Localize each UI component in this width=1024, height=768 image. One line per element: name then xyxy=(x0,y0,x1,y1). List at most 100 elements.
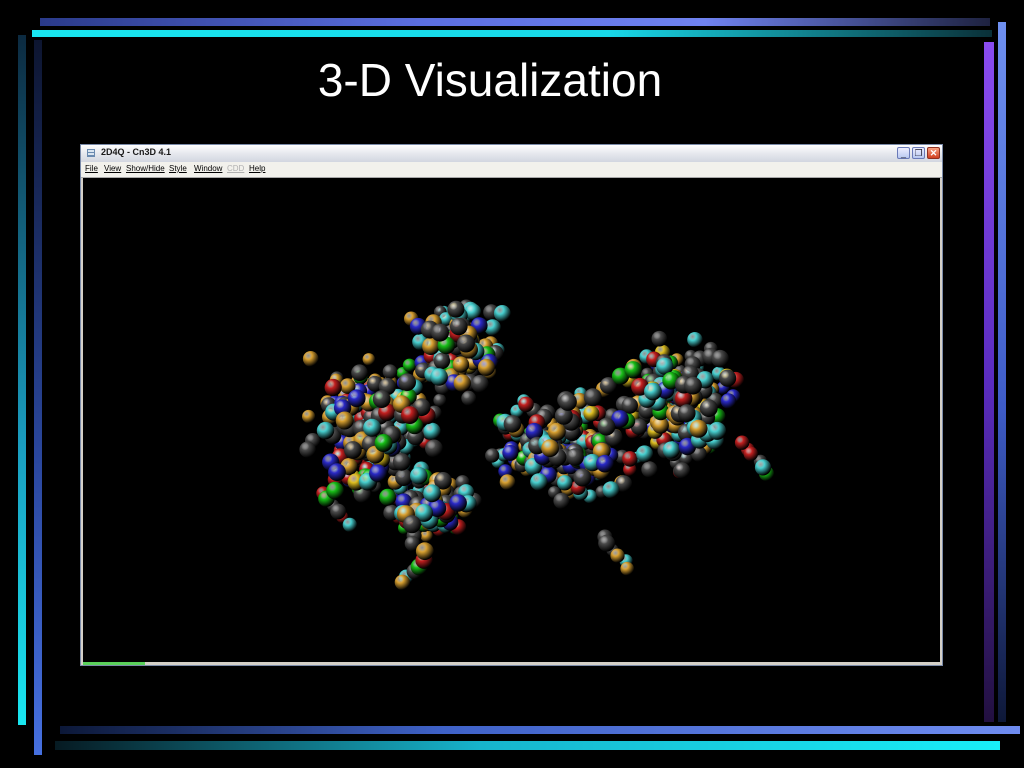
atom-sphere xyxy=(328,463,346,482)
atom-sphere xyxy=(379,488,397,506)
atom-sphere xyxy=(395,468,413,486)
menu-cdd: CDD xyxy=(227,164,245,173)
menu-view[interactable]: View xyxy=(104,164,121,173)
atom-sphere xyxy=(530,473,548,491)
atom-sphere xyxy=(624,361,642,379)
atom-sphere xyxy=(699,399,718,418)
atom-sphere xyxy=(708,421,727,440)
atom-sphere xyxy=(610,548,625,563)
atom-sphere xyxy=(754,459,772,476)
atom-sphere xyxy=(302,409,316,424)
minimize-button[interactable]: _ xyxy=(897,147,910,159)
atom-sphere xyxy=(302,351,319,367)
restore-button[interactable]: ❐ xyxy=(912,147,925,159)
atom-sphere xyxy=(363,418,382,437)
atom-sphere xyxy=(644,382,662,401)
atom-sphere xyxy=(335,411,354,430)
atom-sphere xyxy=(720,393,737,409)
menu-style[interactable]: Style xyxy=(169,164,187,173)
atom-sphere xyxy=(326,481,344,500)
atom-sphere xyxy=(344,441,362,459)
status-progress xyxy=(83,662,145,665)
atom-sphere xyxy=(636,445,654,463)
atom-sphere xyxy=(401,406,419,424)
atom-sphere xyxy=(430,368,448,386)
atom-sphere xyxy=(573,468,592,487)
atom-sphere xyxy=(547,422,566,441)
atom-sphere xyxy=(372,390,391,408)
slide-frame-bar xyxy=(40,18,990,26)
atom-sphere xyxy=(583,388,602,407)
atom-sphere xyxy=(553,492,570,509)
atom-sphere xyxy=(452,356,469,373)
slide-frame-bar xyxy=(60,726,1020,734)
atom-sphere xyxy=(398,373,417,391)
atom-sphere xyxy=(499,474,516,490)
atom-sphere xyxy=(425,439,443,458)
atom-sphere xyxy=(402,358,417,372)
atom-sphere xyxy=(433,393,447,407)
atom-sphere xyxy=(431,323,449,342)
atom-sphere xyxy=(597,417,616,436)
atom-sphere xyxy=(471,375,489,393)
atom-sphere xyxy=(457,334,475,353)
atom-sphere xyxy=(651,330,668,347)
atom-sphere xyxy=(566,448,584,466)
atom-sphere xyxy=(558,392,577,411)
atom-sphere xyxy=(433,352,451,370)
slide-frame-bar xyxy=(18,35,26,725)
atom-sphere xyxy=(330,503,346,520)
slide-frame-bar xyxy=(55,741,1000,750)
app-window: 2D4Q - Cn3D 4.1 _ ❐ ✕ File View Show/Hid… xyxy=(80,144,943,666)
slide-frame-bar xyxy=(998,22,1006,722)
atom-sphere xyxy=(596,454,614,473)
atom-sphere xyxy=(299,441,316,458)
atom-sphere xyxy=(620,561,634,576)
atom-sphere xyxy=(374,434,393,452)
close-button[interactable]: ✕ xyxy=(927,147,940,159)
atom-sphere xyxy=(719,369,737,387)
slide-frame-bar xyxy=(984,42,994,722)
menu-window[interactable]: Window xyxy=(194,164,222,173)
atom-sphere xyxy=(362,353,375,366)
atom-sphere xyxy=(622,451,638,467)
menu-file[interactable]: File xyxy=(85,164,98,173)
menu-bar: File View Show/Hide Style Window CDD Hel… xyxy=(81,162,942,178)
atom-sphere xyxy=(351,364,368,381)
atom-sphere xyxy=(485,448,500,463)
atom-sphere xyxy=(447,300,465,318)
app-icon xyxy=(87,149,95,157)
status-bar xyxy=(81,662,942,665)
atom-sphere xyxy=(743,446,758,461)
slide-frame-bar xyxy=(34,40,42,755)
atom-sphere xyxy=(583,405,600,422)
atom-sphere xyxy=(449,494,467,512)
atom-sphere xyxy=(662,441,680,459)
atom-sphere xyxy=(403,515,421,534)
atom-sphere xyxy=(518,396,534,413)
atom-sphere xyxy=(641,461,658,478)
atom-sphere xyxy=(347,389,366,408)
atom-sphere xyxy=(410,466,428,485)
menu-help[interactable]: Help xyxy=(249,164,265,173)
atom-sphere xyxy=(502,444,519,461)
atom-sphere xyxy=(394,574,411,590)
3d-viewer[interactable] xyxy=(83,178,940,662)
atom-sphere xyxy=(689,419,708,438)
atom-sphere xyxy=(677,404,696,423)
atom-sphere xyxy=(673,462,691,479)
atom-sphere xyxy=(324,378,342,397)
atom-sphere xyxy=(602,481,620,499)
menu-show-hide[interactable]: Show/Hide xyxy=(126,164,165,173)
atom-sphere xyxy=(369,464,387,483)
atom-sphere xyxy=(423,484,441,503)
title-bar[interactable]: 2D4Q - Cn3D 4.1 _ ❐ ✕ xyxy=(81,145,942,163)
atom-sphere xyxy=(493,305,511,322)
atom-sphere xyxy=(342,517,357,532)
atom-sphere xyxy=(382,364,398,379)
protein-structure[interactable] xyxy=(83,178,940,662)
atom-sphere xyxy=(316,421,335,440)
slide-frame-bar xyxy=(32,30,992,37)
atom-sphere xyxy=(477,358,495,376)
atom-sphere xyxy=(415,542,434,561)
